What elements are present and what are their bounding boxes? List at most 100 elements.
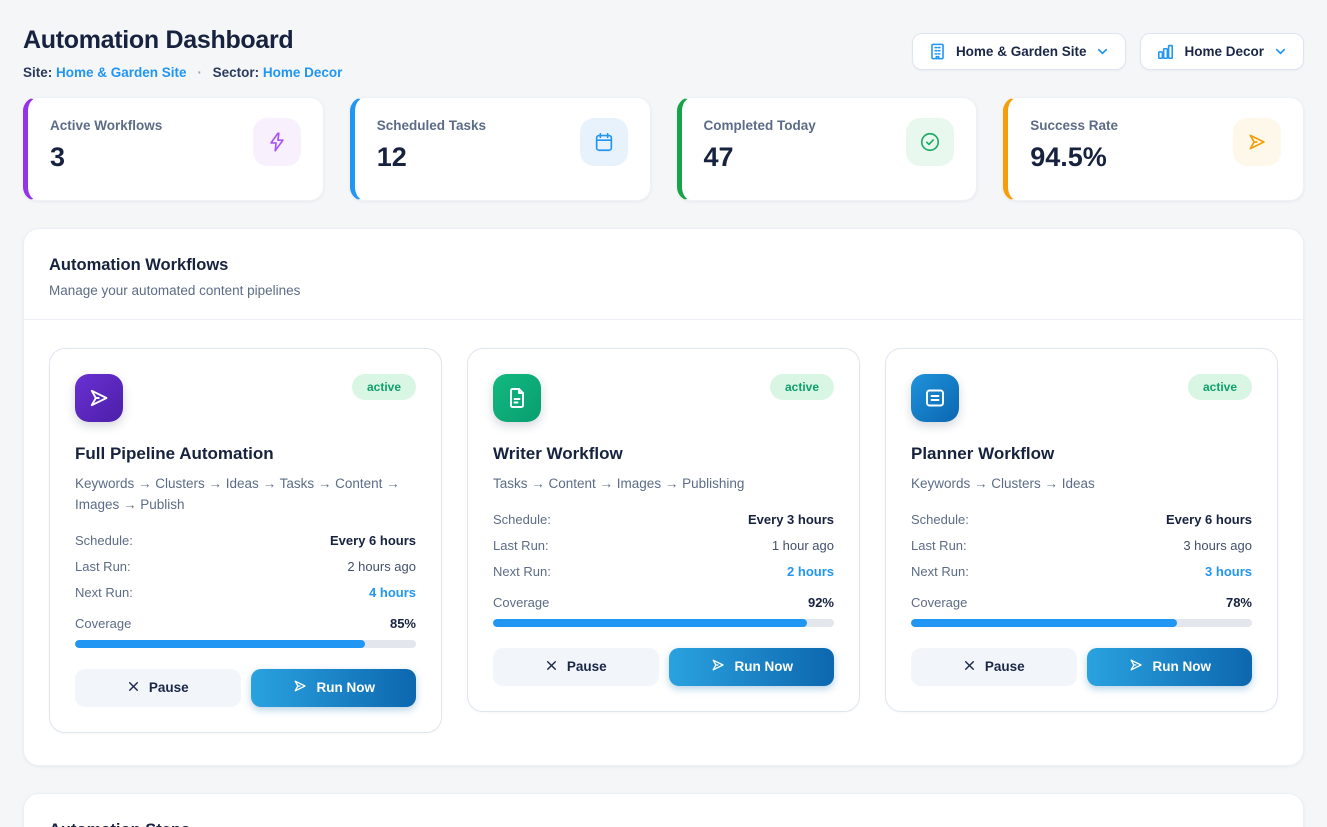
- workflows-panel-header: Automation Workflows Manage your automat…: [24, 229, 1303, 319]
- workflow-card-writer: active Writer Workflow Tasks → Content →…: [467, 348, 860, 712]
- send-icon: [1233, 118, 1281, 166]
- sector-label: Sector:: [213, 65, 260, 80]
- next-run-value: 2 hours: [787, 564, 834, 579]
- stat-label: Active Workflows: [50, 118, 162, 133]
- workflow-description: Keywords → Clusters → Ideas → Tasks → Co…: [75, 474, 416, 516]
- run-now-button[interactable]: Run Now: [669, 648, 835, 686]
- stats-row: Active Workflows 3 Scheduled Tasks 12: [23, 97, 1304, 201]
- bar-chart-icon: [1156, 42, 1175, 61]
- coverage-block: Coverage 85%: [75, 616, 416, 648]
- last-run-row: Last Run: 1 hour ago: [493, 538, 834, 553]
- last-run-value: 1 hour ago: [772, 538, 834, 553]
- workflow-card-planner: active Planner Workflow Keywords → Clust…: [885, 348, 1278, 712]
- last-run-value: 2 hours ago: [347, 559, 416, 574]
- chevron-down-icon: [1273, 44, 1288, 59]
- stat-value: 94.5%: [1030, 142, 1118, 173]
- site-dropdown[interactable]: Home & Garden Site: [912, 33, 1127, 70]
- workflow-description: Tasks → Content → Images → Publishing: [493, 474, 834, 495]
- list-icon: [911, 374, 959, 422]
- site-link[interactable]: Home & Garden Site: [56, 65, 187, 80]
- check-circle-icon: [906, 118, 954, 166]
- workflow-cards-grid: active Full Pipeline Automation Keywords…: [49, 348, 1278, 733]
- status-badge: active: [770, 374, 834, 400]
- run-now-button[interactable]: Run Now: [1087, 648, 1253, 686]
- coverage-block: Coverage 92%: [493, 595, 834, 627]
- schedule-row: Schedule: Every 6 hours: [911, 512, 1252, 527]
- last-run-row: Last Run: 3 hours ago: [911, 538, 1252, 553]
- site-dropdown-label: Home & Garden Site: [956, 44, 1087, 59]
- workflow-title: Planner Workflow: [911, 444, 1252, 464]
- x-icon: [127, 680, 140, 696]
- schedule-value: Every 6 hours: [1166, 512, 1252, 527]
- stat-card-scheduled-tasks: Scheduled Tasks 12: [350, 97, 651, 201]
- stat-card-success-rate: Success Rate 94.5%: [1003, 97, 1304, 201]
- page-header: Automation Dashboard Site: Home & Garden…: [23, 26, 1304, 80]
- coverage-progress-fill: [75, 640, 365, 648]
- send-icon: [710, 657, 726, 676]
- next-run-value: 3 hours: [1205, 564, 1252, 579]
- schedule-value: Every 3 hours: [748, 512, 834, 527]
- workflows-title: Automation Workflows: [49, 256, 1278, 275]
- breadcrumb: Site: Home & Garden Site · Sector: Home …: [23, 65, 342, 80]
- sector-link[interactable]: Home Decor: [263, 65, 343, 80]
- workflow-description: Keywords → Clusters → Ideas: [911, 474, 1252, 495]
- schedule-row: Schedule: Every 3 hours: [493, 512, 834, 527]
- run-now-button[interactable]: Run Now: [251, 669, 417, 707]
- next-run-row: Next Run: 2 hours: [493, 564, 834, 579]
- stat-value: 47: [704, 142, 816, 173]
- sector-dropdown-label: Home Decor: [1184, 44, 1264, 59]
- calendar-icon: [580, 118, 628, 166]
- x-icon: [545, 659, 558, 675]
- stat-label: Success Rate: [1030, 118, 1118, 133]
- status-badge: active: [352, 374, 416, 400]
- lightning-icon: [253, 118, 301, 166]
- workflow-title: Full Pipeline Automation: [75, 444, 416, 464]
- breadcrumb-separator: ·: [197, 65, 202, 80]
- pause-button[interactable]: Pause: [911, 648, 1077, 686]
- coverage-block: Coverage 78%: [911, 595, 1252, 627]
- chevron-down-icon: [1095, 44, 1110, 59]
- header-dropdowns: Home & Garden Site Home Decor: [912, 33, 1304, 70]
- page-header-text: Automation Dashboard Site: Home & Garden…: [23, 26, 342, 80]
- next-run-row: Next Run: 3 hours: [911, 564, 1252, 579]
- coverage-progress-bar: [75, 640, 416, 648]
- coverage-value: 92%: [808, 595, 834, 610]
- document-icon: [493, 374, 541, 422]
- next-run-value: 4 hours: [369, 585, 416, 600]
- status-badge: active: [1188, 374, 1252, 400]
- pause-button[interactable]: Pause: [493, 648, 659, 686]
- last-run-value: 3 hours ago: [1183, 538, 1252, 553]
- automation-dashboard-page: Automation Dashboard Site: Home & Garden…: [0, 0, 1327, 827]
- send-icon: [1128, 657, 1144, 676]
- coverage-progress-bar: [911, 619, 1252, 627]
- stat-label: Completed Today: [704, 118, 816, 133]
- coverage-value: 85%: [390, 616, 416, 631]
- workflows-panel-body: active Full Pipeline Automation Keywords…: [24, 320, 1303, 765]
- stat-card-completed-today: Completed Today 47: [677, 97, 978, 201]
- coverage-value: 78%: [1226, 595, 1252, 610]
- coverage-progress-fill: [911, 619, 1177, 627]
- next-run-row: Next Run: 4 hours: [75, 585, 416, 600]
- stat-value: 12: [377, 142, 486, 173]
- stat-label: Scheduled Tasks: [377, 118, 486, 133]
- steps-title: Automation Steps: [49, 821, 1278, 827]
- workflows-panel: Automation Workflows Manage your automat…: [23, 228, 1304, 766]
- site-label: Site:: [23, 65, 52, 80]
- send-icon: [75, 374, 123, 422]
- stat-card-active-workflows: Active Workflows 3: [23, 97, 324, 201]
- workflow-title: Writer Workflow: [493, 444, 834, 464]
- schedule-row: Schedule: Every 6 hours: [75, 533, 416, 548]
- sector-dropdown[interactable]: Home Decor: [1140, 33, 1304, 70]
- coverage-progress-fill: [493, 619, 807, 627]
- pause-button[interactable]: Pause: [75, 669, 241, 707]
- workflows-subtitle: Manage your automated content pipelines: [49, 283, 1278, 298]
- page-title: Automation Dashboard: [23, 26, 342, 55]
- steps-panel: Automation Steps Configure which steps a…: [23, 793, 1304, 827]
- building-icon: [928, 42, 947, 61]
- steps-panel-header: Automation Steps Configure which steps a…: [24, 794, 1303, 827]
- coverage-progress-bar: [493, 619, 834, 627]
- x-icon: [963, 659, 976, 675]
- stat-value: 3: [50, 142, 162, 173]
- schedule-value: Every 6 hours: [330, 533, 416, 548]
- workflow-card-full-pipeline: active Full Pipeline Automation Keywords…: [49, 348, 442, 733]
